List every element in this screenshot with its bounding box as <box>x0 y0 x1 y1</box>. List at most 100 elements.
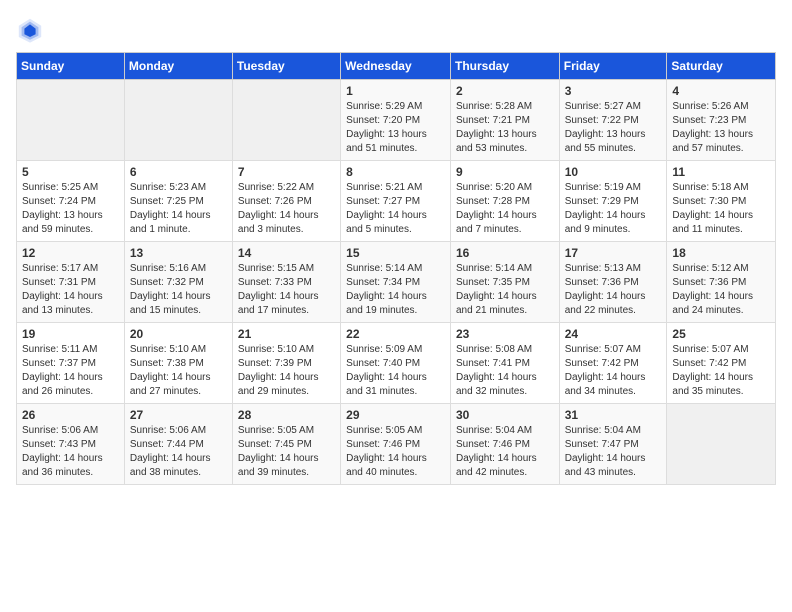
calendar-week-row: 1 Sunrise: 5:29 AMSunset: 7:20 PMDaylight… <box>17 80 776 161</box>
page-header <box>16 16 776 44</box>
calendar-cell: 19 Sunrise: 5:11 AMSunset: 7:37 PMDayligh… <box>17 323 125 404</box>
day-info: Sunrise: 5:04 AMSunset: 7:47 PMDaylight:… <box>565 424 662 480</box>
calendar-cell <box>667 404 776 485</box>
logo <box>16 16 48 44</box>
day-number: 25 <box>672 327 770 341</box>
day-number: 24 <box>565 327 662 341</box>
day-number: 23 <box>456 327 554 341</box>
calendar-cell: 26 Sunrise: 5:06 AMSunset: 7:43 PMDayligh… <box>17 404 125 485</box>
day-number: 13 <box>130 246 227 260</box>
day-number: 3 <box>565 84 662 98</box>
day-info: Sunrise: 5:25 AMSunset: 7:24 PMDaylight:… <box>22 181 119 237</box>
weekday-header-saturday: Saturday <box>667 53 776 80</box>
day-info: Sunrise: 5:07 AMSunset: 7:42 PMDaylight:… <box>672 343 770 399</box>
logo-icon <box>16 16 44 44</box>
day-info: Sunrise: 5:06 AMSunset: 7:43 PMDaylight:… <box>22 424 119 480</box>
day-info: Sunrise: 5:15 AMSunset: 7:33 PMDaylight:… <box>238 262 335 318</box>
day-info: Sunrise: 5:10 AMSunset: 7:38 PMDaylight:… <box>130 343 227 399</box>
day-number: 1 <box>346 84 445 98</box>
day-number: 26 <box>22 408 119 422</box>
calendar-week-row: 19 Sunrise: 5:11 AMSunset: 7:37 PMDayligh… <box>17 323 776 404</box>
day-info: Sunrise: 5:28 AMSunset: 7:21 PMDaylight:… <box>456 100 554 156</box>
calendar-cell: 17 Sunrise: 5:13 AMSunset: 7:36 PMDayligh… <box>559 242 667 323</box>
day-info: Sunrise: 5:13 AMSunset: 7:36 PMDaylight:… <box>565 262 662 318</box>
weekday-header-thursday: Thursday <box>450 53 559 80</box>
day-info: Sunrise: 5:14 AMSunset: 7:34 PMDaylight:… <box>346 262 445 318</box>
day-info: Sunrise: 5:19 AMSunset: 7:29 PMDaylight:… <box>565 181 662 237</box>
weekday-header-monday: Monday <box>124 53 232 80</box>
calendar-cell: 11Sunrise: 5:18 AMSunset: 7:30 PMDayligh… <box>667 161 776 242</box>
calendar-cell: 18 Sunrise: 5:12 AMSunset: 7:36 PMDayligh… <box>667 242 776 323</box>
day-info: Sunrise: 5:12 AMSunset: 7:36 PMDaylight:… <box>672 262 770 318</box>
calendar-cell <box>232 80 340 161</box>
day-number: 30 <box>456 408 554 422</box>
weekday-header-tuesday: Tuesday <box>232 53 340 80</box>
day-info: Sunrise: 5:22 AMSunset: 7:26 PMDaylight:… <box>238 181 335 237</box>
day-info: Sunrise: 5:26 AMSunset: 7:23 PMDaylight:… <box>672 100 770 156</box>
day-number: 4 <box>672 84 770 98</box>
day-info: Sunrise: 5:14 AMSunset: 7:35 PMDaylight:… <box>456 262 554 318</box>
day-number: 12 <box>22 246 119 260</box>
calendar-cell: 1 Sunrise: 5:29 AMSunset: 7:20 PMDaylight… <box>341 80 451 161</box>
day-number: 22 <box>346 327 445 341</box>
calendar-week-row: 26 Sunrise: 5:06 AMSunset: 7:43 PMDayligh… <box>17 404 776 485</box>
calendar-cell: 22 Sunrise: 5:09 AMSunset: 7:40 PMDayligh… <box>341 323 451 404</box>
day-number: 18 <box>672 246 770 260</box>
calendar-header-row: SundayMondayTuesdayWednesdayThursdayFrid… <box>17 53 776 80</box>
calendar-cell: 10 Sunrise: 5:19 AMSunset: 7:29 PMDayligh… <box>559 161 667 242</box>
calendar-cell: 16 Sunrise: 5:14 AMSunset: 7:35 PMDayligh… <box>450 242 559 323</box>
calendar-cell: 21 Sunrise: 5:10 AMSunset: 7:39 PMDayligh… <box>232 323 340 404</box>
day-number: 28 <box>238 408 335 422</box>
day-number: 21 <box>238 327 335 341</box>
day-info: Sunrise: 5:23 AMSunset: 7:25 PMDaylight:… <box>130 181 227 237</box>
day-info: Sunrise: 5:20 AMSunset: 7:28 PMDaylight:… <box>456 181 554 237</box>
day-number: 16 <box>456 246 554 260</box>
day-info: Sunrise: 5:11 AMSunset: 7:37 PMDaylight:… <box>22 343 119 399</box>
day-number: 11 <box>672 165 770 179</box>
day-number: 17 <box>565 246 662 260</box>
calendar-cell: 2Sunrise: 5:28 AMSunset: 7:21 PMDaylight… <box>450 80 559 161</box>
day-info: Sunrise: 5:05 AMSunset: 7:46 PMDaylight:… <box>346 424 445 480</box>
calendar-cell: 25 Sunrise: 5:07 AMSunset: 7:42 PMDayligh… <box>667 323 776 404</box>
day-info: Sunrise: 5:17 AMSunset: 7:31 PMDaylight:… <box>22 262 119 318</box>
calendar-cell: 5 Sunrise: 5:25 AMSunset: 7:24 PMDaylight… <box>17 161 125 242</box>
day-number: 10 <box>565 165 662 179</box>
calendar-cell: 30Sunrise: 5:04 AMSunset: 7:46 PMDayligh… <box>450 404 559 485</box>
day-info: Sunrise: 5:10 AMSunset: 7:39 PMDaylight:… <box>238 343 335 399</box>
calendar-cell: 24Sunrise: 5:07 AMSunset: 7:42 PMDayligh… <box>559 323 667 404</box>
calendar-cell: 29 Sunrise: 5:05 AMSunset: 7:46 PMDayligh… <box>341 404 451 485</box>
calendar-cell: 31Sunrise: 5:04 AMSunset: 7:47 PMDayligh… <box>559 404 667 485</box>
calendar-cell: 23 Sunrise: 5:08 AMSunset: 7:41 PMDayligh… <box>450 323 559 404</box>
day-number: 5 <box>22 165 119 179</box>
day-number: 15 <box>346 246 445 260</box>
day-number: 19 <box>22 327 119 341</box>
calendar-table: SundayMondayTuesdayWednesdayThursdayFrid… <box>16 52 776 485</box>
calendar-cell: 15 Sunrise: 5:14 AMSunset: 7:34 PMDayligh… <box>341 242 451 323</box>
calendar-cell: 14 Sunrise: 5:15 AMSunset: 7:33 PMDayligh… <box>232 242 340 323</box>
calendar-cell: 8 Sunrise: 5:21 AMSunset: 7:27 PMDaylight… <box>341 161 451 242</box>
day-number: 7 <box>238 165 335 179</box>
day-info: Sunrise: 5:05 AMSunset: 7:45 PMDaylight:… <box>238 424 335 480</box>
day-number: 8 <box>346 165 445 179</box>
calendar-cell: 7 Sunrise: 5:22 AMSunset: 7:26 PMDaylight… <box>232 161 340 242</box>
day-number: 6 <box>130 165 227 179</box>
day-info: Sunrise: 5:09 AMSunset: 7:40 PMDaylight:… <box>346 343 445 399</box>
calendar-cell: 12 Sunrise: 5:17 AMSunset: 7:31 PMDayligh… <box>17 242 125 323</box>
calendar-cell: 28 Sunrise: 5:05 AMSunset: 7:45 PMDayligh… <box>232 404 340 485</box>
day-info: Sunrise: 5:29 AMSunset: 7:20 PMDaylight:… <box>346 100 445 156</box>
day-info: Sunrise: 5:21 AMSunset: 7:27 PMDaylight:… <box>346 181 445 237</box>
weekday-header-friday: Friday <box>559 53 667 80</box>
day-number: 27 <box>130 408 227 422</box>
calendar-cell: 3 Sunrise: 5:27 AMSunset: 7:22 PMDaylight… <box>559 80 667 161</box>
calendar-cell <box>124 80 232 161</box>
calendar-cell: 20 Sunrise: 5:10 AMSunset: 7:38 PMDayligh… <box>124 323 232 404</box>
day-info: Sunrise: 5:08 AMSunset: 7:41 PMDaylight:… <box>456 343 554 399</box>
calendar-cell: 9Sunrise: 5:20 AMSunset: 7:28 PMDaylight… <box>450 161 559 242</box>
day-number: 14 <box>238 246 335 260</box>
calendar-week-row: 5 Sunrise: 5:25 AMSunset: 7:24 PMDaylight… <box>17 161 776 242</box>
day-info: Sunrise: 5:06 AMSunset: 7:44 PMDaylight:… <box>130 424 227 480</box>
calendar-cell: 4 Sunrise: 5:26 AMSunset: 7:23 PMDaylight… <box>667 80 776 161</box>
day-info: Sunrise: 5:27 AMSunset: 7:22 PMDaylight:… <box>565 100 662 156</box>
day-number: 20 <box>130 327 227 341</box>
day-number: 29 <box>346 408 445 422</box>
